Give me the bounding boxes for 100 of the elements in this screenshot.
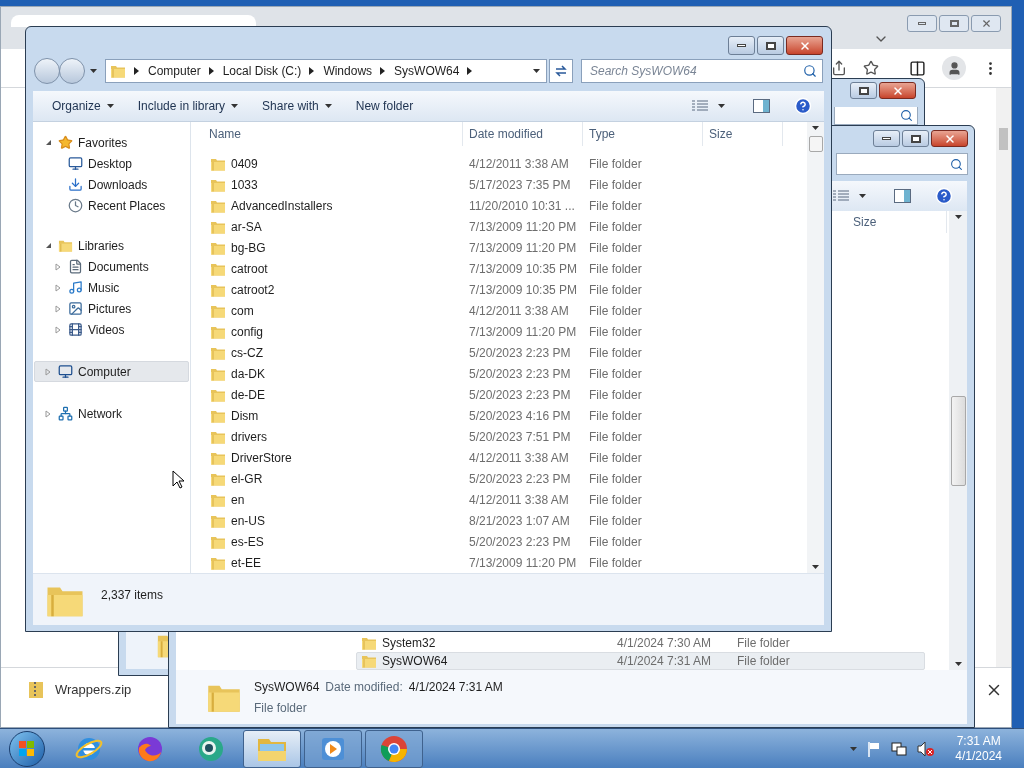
nav-item[interactable]: Libraries: [34, 235, 189, 256]
scroll-thumb[interactable]: [808, 136, 823, 152]
search-field[interactable]: Search SysWOW64: [581, 59, 823, 83]
minimize-button[interactable]: [907, 15, 937, 32]
share-icon[interactable]: [831, 60, 847, 76]
file-name[interactable]: config: [231, 322, 264, 341]
nav-item[interactable]: Computer: [34, 361, 189, 382]
start-button[interactable]: [9, 730, 45, 767]
breadcrumb-arrow-icon[interactable]: [134, 67, 139, 75]
close-button[interactable]: [931, 130, 968, 147]
profile-avatar[interactable]: [942, 56, 966, 80]
scroll-thumb[interactable]: [950, 395, 966, 486]
expand-arrow-icon[interactable]: [55, 262, 61, 271]
file-name[interactable]: en: [231, 490, 245, 509]
file-name[interactable]: ar-SA: [231, 217, 262, 236]
flag-icon[interactable]: [867, 740, 882, 757]
file-name[interactable]: bg-BG: [231, 238, 266, 257]
file-name: System32: [382, 635, 436, 652]
file-name[interactable]: drivers: [231, 427, 267, 446]
side-panel-icon[interactable]: [909, 59, 926, 77]
nav-item[interactable]: Documents: [34, 256, 189, 277]
bookmark-star-icon[interactable]: [863, 60, 879, 76]
expand-arrow-icon[interactable]: [45, 409, 51, 418]
maximize-button[interactable]: [757, 36, 784, 55]
toolbar-button[interactable]: Include in library: [128, 94, 248, 118]
file-name[interactable]: en-US: [231, 511, 265, 530]
toolbar-button[interactable]: Organize: [43, 94, 123, 118]
close-button[interactable]: [786, 36, 823, 55]
date-modified: 5/20/2023 7:51 PM: [468, 428, 572, 446]
nav-item[interactable]: Favorites: [34, 132, 189, 153]
nav-item[interactable]: Videos: [34, 319, 189, 340]
date-modified: 7/13/2009 11:20 PM: [468, 323, 578, 341]
maximize-button[interactable]: [850, 82, 877, 99]
download-file-name[interactable]: Wrappers.zip: [55, 679, 132, 700]
nav-item[interactable]: Desktop: [34, 153, 189, 174]
column-header[interactable]: Size: [703, 122, 783, 146]
minimize-button[interactable]: [873, 130, 900, 147]
file-row[interactable]: SysWOW64 4/1/2024 7:31 AM File folder: [356, 652, 925, 670]
collapse-arrow-icon[interactable]: [44, 242, 52, 249]
breadcrumb-arrow-icon[interactable]: [467, 67, 473, 75]
file-name[interactable]: DriverStore: [231, 448, 292, 467]
network-status-icon[interactable]: [891, 740, 908, 757]
column-header[interactable]: Date modified: [463, 122, 583, 146]
help-icon[interactable]: [794, 97, 812, 115]
nav-item[interactable]: Pictures: [34, 298, 189, 319]
expand-arrow-icon[interactable]: [55, 283, 61, 292]
file-name[interactable]: AdvancedInstallers: [231, 196, 333, 215]
file-name[interactable]: el-GR: [231, 469, 263, 488]
maximize-button[interactable]: [939, 15, 969, 32]
nav-item[interactable]: Downloads: [34, 174, 189, 195]
file-row[interactable]: System32 4/1/2024 7:30 AM File folder: [356, 634, 925, 652]
breadcrumb-arrow-icon[interactable]: [380, 67, 386, 75]
minimize-button[interactable]: [728, 36, 755, 55]
breadcrumb-arrow-icon[interactable]: [309, 67, 315, 75]
speaker-icon[interactable]: [917, 740, 936, 757]
address-bar[interactable]: Computer Local Disk (C:) Windows SysWOW64: [105, 59, 547, 83]
maximize-button[interactable]: [902, 130, 929, 147]
scrollbar[interactable]: [949, 211, 967, 670]
nav-item[interactable]: Recent Places: [34, 195, 189, 216]
file-name[interactable]: 0409: [231, 154, 258, 173]
column-header[interactable]: Size: [847, 211, 947, 233]
column-header[interactable]: Name: [203, 122, 463, 146]
file-name[interactable]: et-EE: [231, 553, 261, 572]
scrollbar[interactable]: [807, 122, 824, 573]
nav-item[interactable]: Network: [34, 403, 189, 424]
breadcrumb-item[interactable]: Local Disk (C:): [222, 62, 302, 80]
taskbar-button[interactable]: [304, 729, 362, 768]
file-name[interactable]: cs-CZ: [231, 343, 263, 362]
breadcrumb-item[interactable]: Computer: [148, 62, 201, 80]
file-name[interactable]: com: [231, 301, 254, 320]
search-field[interactable]: [836, 153, 968, 175]
expand-arrow-icon[interactable]: [55, 304, 61, 313]
refresh-button[interactable]: [549, 59, 573, 83]
breadcrumb-item[interactable]: Windows: [323, 62, 373, 80]
preview-pane-icon[interactable]: [894, 189, 911, 203]
collapse-arrow-icon[interactable]: [44, 139, 52, 146]
file-name[interactable]: catroot: [231, 259, 268, 278]
file-name[interactable]: Dism: [231, 406, 259, 425]
file-name[interactable]: de-DE: [231, 385, 265, 404]
recent-pages-button[interactable]: [90, 69, 97, 73]
file-type: File folder: [588, 407, 643, 425]
close-button[interactable]: [879, 82, 916, 99]
toolbar-button[interactable]: Share with: [253, 94, 341, 118]
file-name[interactable]: da-DK: [231, 364, 265, 383]
column-header[interactable]: Type: [583, 122, 703, 146]
nav-item[interactable]: Music: [34, 277, 189, 298]
taskbar-button[interactable]: [243, 729, 301, 768]
file-name[interactable]: catroot2: [231, 280, 275, 299]
taskbar-button[interactable]: [365, 729, 423, 768]
breadcrumb-item[interactable]: SysWOW64: [394, 62, 460, 80]
toolbar-button[interactable]: New folder: [346, 94, 423, 118]
help-icon[interactable]: [935, 187, 953, 205]
breadcrumb-arrow-icon[interactable]: [208, 67, 214, 75]
scrollbar[interactable]: [996, 88, 1011, 667]
file-name[interactable]: 1033: [231, 175, 258, 194]
expand-arrow-icon[interactable]: [55, 325, 61, 334]
star-icon: [58, 135, 73, 150]
file-name[interactable]: es-ES: [231, 532, 264, 551]
search-field[interactable]: [834, 107, 918, 125]
preview-pane-icon[interactable]: [753, 99, 770, 113]
